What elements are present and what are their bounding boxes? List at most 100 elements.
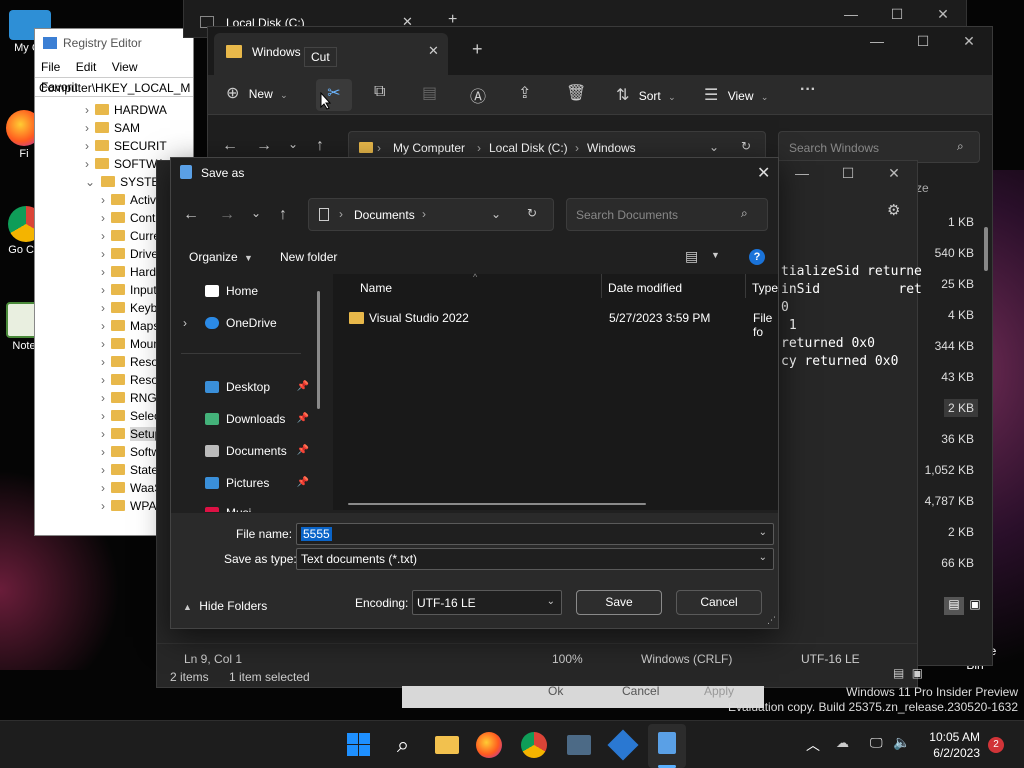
encoding-select[interactable]: UTF-16 LE ⌄ [412,590,562,615]
chevron-right-icon[interactable]: › [101,463,105,477]
breadcrumb-my-computer[interactable]: My Computer [393,141,465,155]
start-button[interactable] [344,730,374,760]
breadcrumb-windows[interactable]: Windows [587,141,636,155]
more-options-icon[interactable]: ··· [800,81,816,99]
column-divider[interactable] [745,274,746,298]
share-icon[interactable]: ⇪ [518,83,531,103]
save-type-select[interactable]: Text documents (*.txt) ⌄ [296,548,774,570]
recent-chevron-icon[interactable]: ⌄ [251,206,261,220]
column-divider[interactable] [601,274,602,298]
chevron-down-icon[interactable]: ⌄ [85,175,95,189]
chevron-right-icon[interactable]: › [101,445,105,459]
up-arrow-icon[interactable]: ↑ [279,206,287,224]
registry-tree-item[interactable]: › Keybo [101,299,164,317]
refresh-icon[interactable]: ↻ [741,139,751,153]
new-folder-button[interactable]: New folder [280,250,337,264]
tiles-view-icon[interactable]: ▣ [912,666,923,680]
chevron-right-icon[interactable]: › [101,409,105,423]
chevron-up-icon[interactable]: ︿ [806,735,820,755]
registry-tree-item[interactable]: › SOFTWA [85,155,165,173]
registry-tree-item[interactable]: › RNG [101,389,157,407]
chevron-right-icon[interactable]: › [101,427,105,441]
maximize-icon[interactable]: ☐ [874,6,920,23]
scrollbar-thumb[interactable] [984,227,988,271]
close-icon[interactable]: ✕ [946,33,992,50]
apply-button[interactable]: Apply [704,684,734,698]
nav-item-musi[interactable]: Musi [181,502,309,512]
app-icon-2[interactable] [607,729,639,761]
chevron-right-icon[interactable]: › [101,283,105,297]
nav-item-pictures[interactable]: Pictures 📌 [181,472,309,494]
menu-file[interactable]: File [41,60,60,74]
app-icon[interactable] [564,730,594,760]
chevron-down-icon[interactable]: ⌄ [759,552,767,563]
chevron-right-icon[interactable]: › [101,481,105,495]
chevron-right-icon[interactable]: › [101,193,105,207]
registry-tree-item[interactable]: › SECURIT [85,137,167,155]
back-arrow-icon[interactable]: ← [183,206,199,224]
registry-tree-item[interactable]: › HARDWA [85,101,167,119]
sort-button[interactable]: ⇅ Sort ⌄ [616,85,676,105]
dialog-search-box[interactable]: Search Documents ⌕ [566,198,768,231]
notepad-taskbar-icon[interactable] [648,724,686,768]
horizontal-scrollbar[interactable] [348,503,646,505]
chevron-down-icon[interactable]: ⌄ [491,207,501,221]
chevron-right-icon[interactable]: › [101,391,105,405]
file-row[interactable]: Visual Studio 2022 5/27/2023 3:59 PM Fil… [333,306,778,339]
menu-edit[interactable]: Edit [76,60,97,74]
chevron-right-icon[interactable]: › [85,103,89,117]
close-tab-icon[interactable]: ✕ [428,43,439,59]
chevron-down-icon[interactable]: ⌄ [709,140,719,154]
forward-arrow-icon[interactable]: → [256,137,272,155]
registry-address-bar[interactable]: Computer\HKEY_LOCAL_M [35,77,193,97]
chevron-right-icon[interactable]: › [101,373,105,387]
minimize-icon[interactable]: — [854,33,900,49]
notepad-text-area[interactable]: tializeSid returne inSid ret 0 1 returned 0… [781,263,922,371]
chevron-right-icon[interactable]: › [101,337,105,351]
registry-tree-item[interactable]: › Setup [101,425,162,443]
nav-item-downloads[interactable]: Downloads 📌 [181,408,309,430]
maximize-icon[interactable]: ☐ [900,33,946,50]
help-icon[interactable]: ? [749,249,765,265]
column-date-modified[interactable]: Date modified [608,281,682,295]
registry-tree-item[interactable]: › Driver [101,245,162,263]
delete-icon[interactable]: 🗑 [566,83,586,103]
view-options-icon[interactable]: ▤ [685,248,698,265]
ok-button[interactable]: Ok [548,684,563,698]
registry-tree-item[interactable]: › WPA [101,497,156,515]
chevron-right-icon[interactable]: › [101,319,105,333]
registry-tree-item[interactable]: › Moun [101,335,160,353]
chevron-right-icon[interactable]: › [85,157,89,171]
nav-item-documents[interactable]: Documents 📌 [181,440,309,462]
chevron-right-icon[interactable]: › [85,139,89,153]
up-arrow-icon[interactable]: ↑ [316,137,324,155]
chevron-right-icon[interactable]: › [101,247,105,261]
back-arrow-icon[interactable]: ← [222,137,238,155]
close-icon[interactable]: ✕ [920,6,966,23]
close-icon[interactable]: ✕ [871,165,917,182]
registry-tree-item[interactable]: › State [101,461,158,479]
copy-icon[interactable]: ⧉ [374,83,385,101]
menu-view[interactable]: View [112,60,138,74]
registry-tree-item[interactable]: › Select [101,407,163,425]
details-view-icon[interactable]: ▤ [893,666,904,680]
nav-scrollbar[interactable] [317,291,320,409]
chrome-icon[interactable] [521,732,547,758]
registry-tree-item[interactable]: › SAM [85,119,140,137]
chevron-right-icon[interactable]: › [101,229,105,243]
chevron-right-icon[interactable]: › [101,265,105,279]
paste-icon[interactable]: ▤ [422,83,437,103]
details-view-icon[interactable]: ▤ [944,597,964,615]
organize-button[interactable]: Organize ▼ [189,250,253,264]
chevron-right-icon[interactable]: › [183,312,187,334]
resize-grip-icon[interactable]: ⋰ [767,615,776,626]
chevron-right-icon[interactable]: › [101,499,105,513]
chevron-down-icon[interactable]: ⌄ [759,527,767,538]
chevron-right-icon[interactable]: › [101,355,105,369]
volume-icon[interactable]: 🔈 [893,734,910,751]
nav-item-onedrive[interactable]: › OneDrive [181,312,309,334]
file-name-field[interactable]: 5555 ⌄ [296,523,774,545]
close-icon[interactable]: ✕ [757,163,770,183]
view-button[interactable]: ☰ View ⌄ [704,85,768,105]
firefox-icon[interactable] [476,732,502,758]
